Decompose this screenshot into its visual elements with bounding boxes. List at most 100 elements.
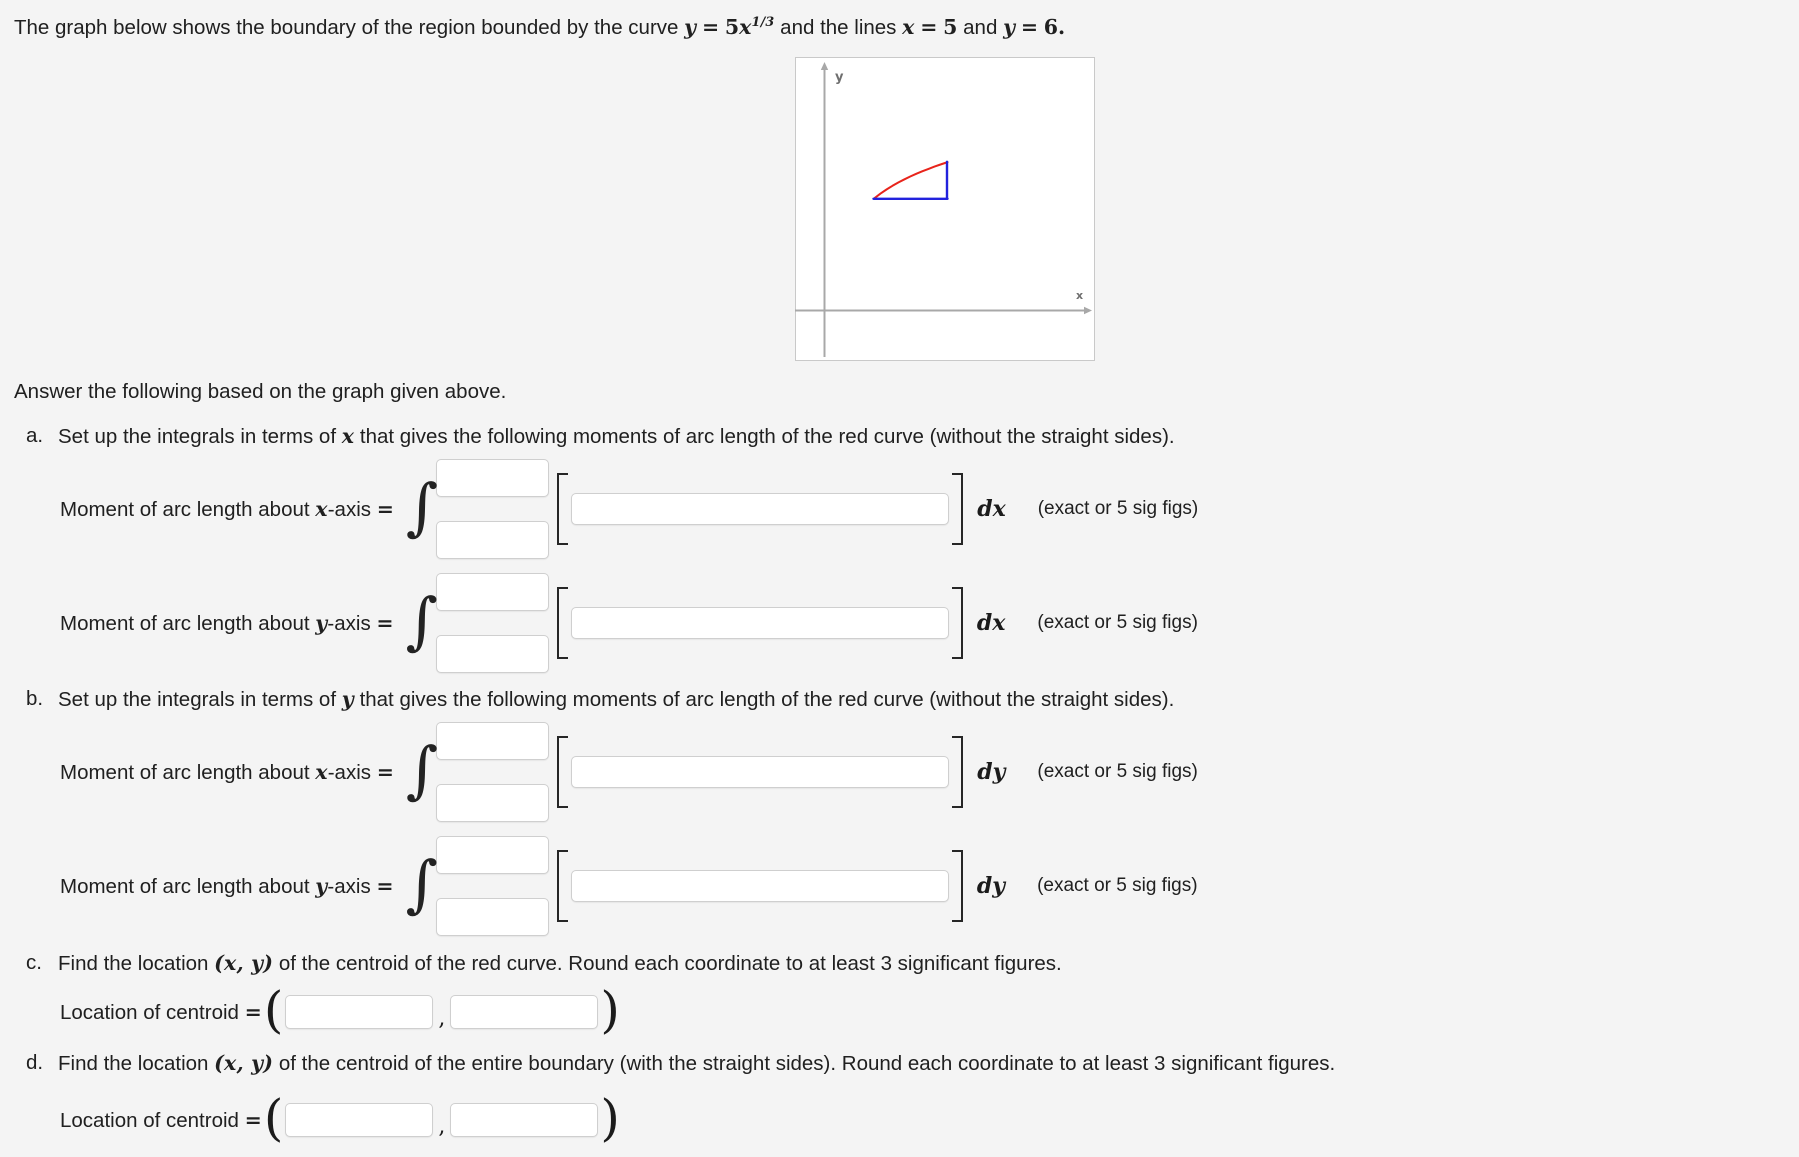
intro-text-part2: and the lines xyxy=(780,15,897,39)
graph-svg: y x xyxy=(795,62,1092,357)
integral-expression-a-x: ∫ dx (exact or 5 sig figs) xyxy=(404,459,1198,559)
line1-variable: x xyxy=(902,14,915,39)
centroid-y-input[interactable] xyxy=(450,1103,599,1137)
left-bracket-icon xyxy=(556,850,568,922)
moment-row-b-x: Moment of arc length about x-axis = ∫ dy… xyxy=(60,722,1198,822)
upper-limit-input[interactable] xyxy=(435,836,549,874)
left-bracket-icon xyxy=(556,587,568,659)
right-bracket-icon xyxy=(951,587,963,659)
lower-limit-input[interactable] xyxy=(436,521,550,559)
integral-expression-b-y: ∫ dy (exact or 5 sig figs) xyxy=(404,836,1198,936)
centroid-row-c: Location of centroid = ( , ) xyxy=(60,981,620,1039)
graph-figure: y x xyxy=(795,57,1095,361)
item-d-text-before: Find the location xyxy=(58,1052,209,1075)
moment-label-a-x: Moment of arc length about x-axis = xyxy=(60,497,394,522)
curve-coefficient: 5 xyxy=(724,14,740,39)
left-bracket-icon xyxy=(557,473,569,545)
moment-row-b-y: Moment of arc length about y-axis = ∫ dy… xyxy=(60,836,1198,936)
moment-label-suffix: -axis xyxy=(327,760,372,784)
integral-sign-icon: ∫ xyxy=(405,584,438,657)
lower-limit-input[interactable] xyxy=(435,898,549,936)
moment-equals-sign: = xyxy=(376,496,394,521)
right-bracket-icon xyxy=(952,736,964,808)
integrand-input[interactable] xyxy=(571,493,950,525)
integrand-input[interactable] xyxy=(571,756,950,788)
integral-limits-stack xyxy=(436,722,550,822)
item-d-text-after: of the centroid of the entire boundary (… xyxy=(278,1052,1336,1075)
centroid-y-input[interactable] xyxy=(450,995,599,1029)
moment-equals-sign: = xyxy=(376,610,394,635)
item-letter-a: a. xyxy=(26,424,44,447)
integrand-input[interactable] xyxy=(570,870,949,902)
intro-text-part1: The graph below shows the boundary of th… xyxy=(14,15,679,39)
differential-label: dy xyxy=(976,873,1006,899)
moment-label-prefix: Moment of arc length about xyxy=(60,497,310,521)
moment-row-a-x: Moment of arc length about x-axis = ∫ dx… xyxy=(60,459,1198,559)
precision-hint: (exact or 5 sig figs) xyxy=(1037,761,1198,782)
item-d-coords: (x, y) xyxy=(214,1051,274,1075)
lower-limit-input[interactable] xyxy=(436,784,550,822)
answer-intro-text: Answer the following based on the graph … xyxy=(14,380,507,403)
moment-label-prefix: Moment of arc length about xyxy=(60,760,310,784)
intro-conjunction: and xyxy=(963,15,998,39)
integral-sign-icon: ∫ xyxy=(405,470,439,543)
moment-label-prefix: Moment of arc length about xyxy=(60,874,310,898)
y-axis-label: y xyxy=(835,70,844,85)
centroid-equals-sign: = xyxy=(244,999,262,1024)
integral-limits-stack xyxy=(435,836,549,936)
item-b-variable: y xyxy=(341,687,354,711)
coordinate-separator: , xyxy=(438,1005,446,1031)
moment-label-suffix: -axis xyxy=(327,874,371,898)
upper-limit-input[interactable] xyxy=(435,573,549,611)
centroid-label-d: Location of centroid = xyxy=(60,1108,262,1133)
item-letter-c: c. xyxy=(26,951,42,974)
integrand-bracket-group xyxy=(556,587,963,659)
line2-variable: y xyxy=(1003,14,1016,39)
item-c-text-after: of the centroid of the red curve. Round … xyxy=(278,952,1062,975)
item-text-d: Find the location (x, y) of the centroid… xyxy=(58,1051,1335,1076)
line2-equals-sign: = xyxy=(1020,14,1039,39)
line1-equals-sign: = xyxy=(920,14,938,39)
item-c-coords: (x, y) xyxy=(214,951,274,975)
item-a-text-after: that gives the following moments of arc … xyxy=(359,425,1175,448)
centroid-label-c: Location of centroid = xyxy=(60,1000,262,1025)
centroid-x-input[interactable] xyxy=(285,1103,434,1137)
integral-limits-stack xyxy=(436,459,550,559)
moment-axis-variable: y xyxy=(315,873,328,898)
centroid-x-input[interactable] xyxy=(285,995,434,1029)
item-a-variable: x xyxy=(341,424,355,448)
curve-equals-sign: = xyxy=(701,14,720,39)
centroid-equals-sign: = xyxy=(244,1107,262,1132)
integrand-input[interactable] xyxy=(570,607,949,639)
precision-hint: (exact or 5 sig figs) xyxy=(1037,875,1198,896)
upper-limit-input[interactable] xyxy=(436,459,550,497)
upper-limit-input[interactable] xyxy=(436,722,550,760)
coordinate-separator: , xyxy=(438,1113,446,1139)
curve-exponent: 1/3 xyxy=(751,14,775,29)
lower-limit-input[interactable] xyxy=(435,635,549,673)
differential-label: dx xyxy=(976,610,1006,636)
moment-axis-variable: y xyxy=(315,610,328,635)
centroid-label-text: Location of centroid xyxy=(60,1108,239,1132)
y-axis-arrowhead xyxy=(820,62,829,70)
moment-axis-variable: x xyxy=(315,759,328,784)
x-axis-label: x xyxy=(1076,289,1083,302)
moment-label-b-x: Moment of arc length about x-axis = xyxy=(60,760,394,785)
precision-hint: (exact or 5 sig figs) xyxy=(1037,498,1199,519)
centroid-label-text: Location of centroid xyxy=(60,1000,239,1024)
integrand-bracket-group xyxy=(557,473,964,545)
integral-sign-icon: ∫ xyxy=(405,847,438,920)
item-b-text-after: that gives the following moments of arc … xyxy=(359,688,1175,711)
line1-value: 5 xyxy=(943,14,958,39)
integral-sign-icon: ∫ xyxy=(405,733,439,806)
moment-equals-sign: = xyxy=(376,759,394,784)
moment-label-suffix: -axis xyxy=(327,611,371,635)
item-text-a: Set up the integrals in terms of x that … xyxy=(58,424,1175,449)
precision-hint: (exact or 5 sig figs) xyxy=(1037,612,1198,633)
item-text-b: Set up the integrals in terms of y that … xyxy=(58,687,1174,712)
moment-row-a-y: Moment of arc length about y-axis = ∫ dx… xyxy=(60,573,1198,673)
moment-label-suffix: -axis xyxy=(327,497,372,521)
item-letter-d: d. xyxy=(26,1051,44,1074)
intro-period: . xyxy=(1058,14,1066,39)
left-bracket-icon xyxy=(557,736,569,808)
